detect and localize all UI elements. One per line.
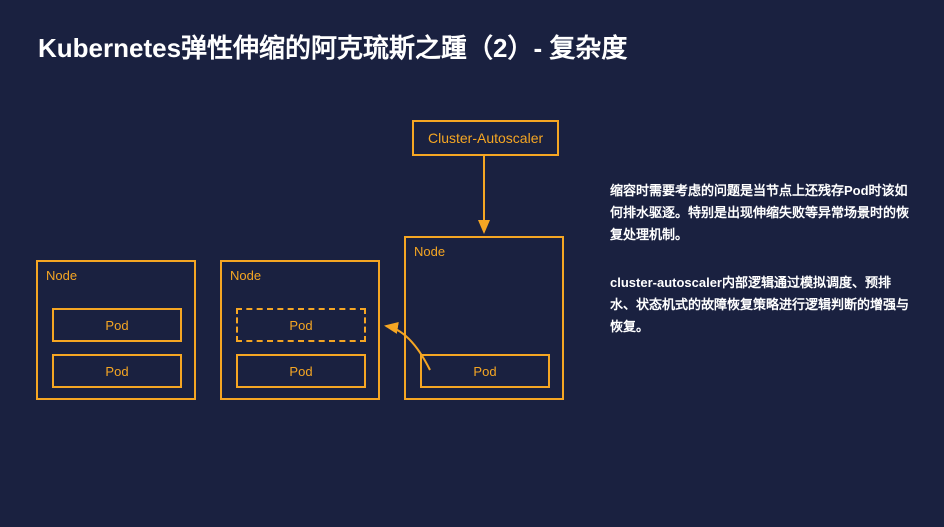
node-box-3: Node Pod	[404, 236, 564, 400]
pod-box: Pod	[52, 308, 182, 342]
node-label: Node	[230, 268, 261, 283]
description-paragraph-1: 缩容时需要考虑的问题是当节点上还残存Pod时该如何排水驱逐。特别是出现伸缩失败等…	[610, 180, 910, 246]
pod-box: Pod	[236, 354, 366, 388]
node-box-2: Node Pod Pod	[220, 260, 380, 400]
cluster-autoscaler-box: Cluster-Autoscaler	[412, 120, 559, 156]
node-label: Node	[414, 244, 445, 259]
slide-title: Kubernetes弹性伸缩的阿克琉斯之踵（2）- 复杂度	[38, 28, 627, 65]
pod-box-dashed: Pod	[236, 308, 366, 342]
description-paragraph-2: cluster-autoscaler内部逻辑通过模拟调度、预排水、状态机式的故障…	[610, 272, 910, 338]
node-label: Node	[46, 268, 77, 283]
pod-box: Pod	[420, 354, 550, 388]
node-box-1: Node Pod Pod	[36, 260, 196, 400]
pod-box: Pod	[52, 354, 182, 388]
